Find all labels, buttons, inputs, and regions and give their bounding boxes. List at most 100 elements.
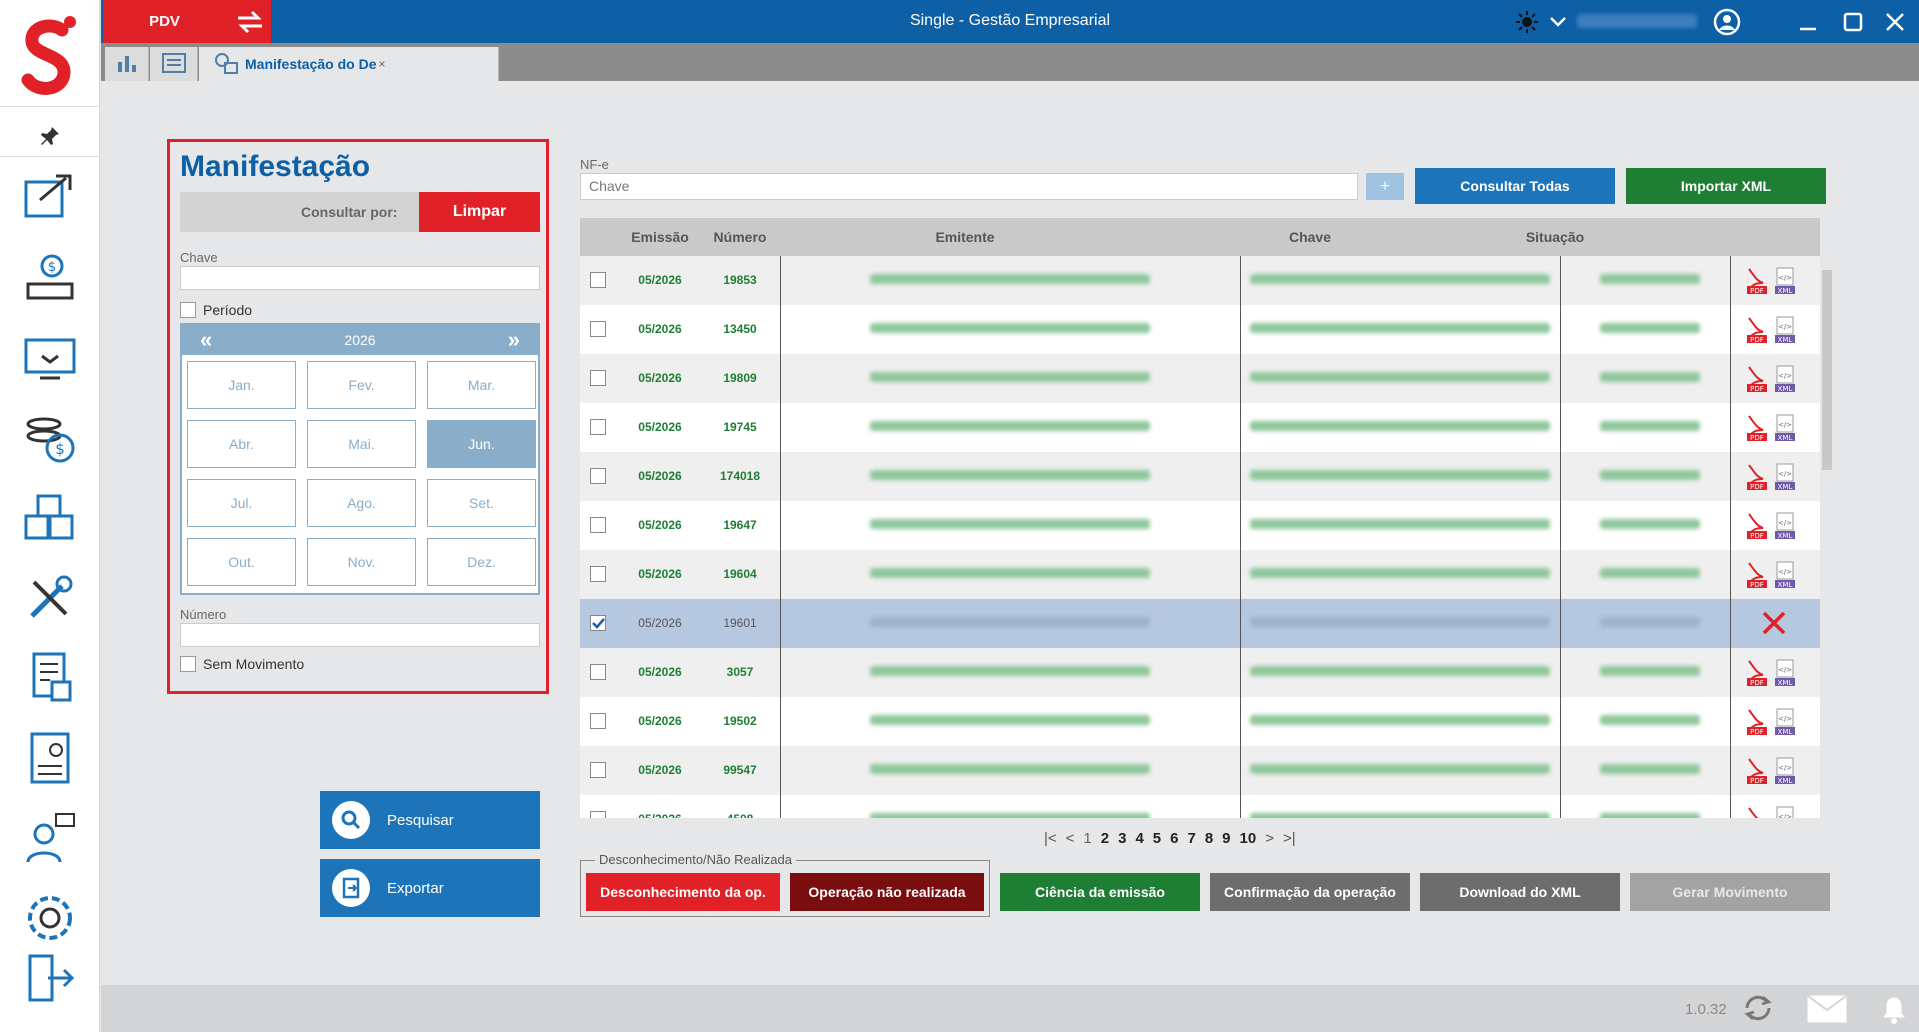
row-checkbox[interactable] [590,664,606,680]
notification-bell-icon[interactable] [1879,991,1909,1028]
periodo-checkbox[interactable] [180,302,196,318]
month-abr[interactable]: Abr. [187,420,296,468]
table-row[interactable]: 05/2026 19745 PDF </> XML [580,403,1820,452]
pdf-icon[interactable]: PDF [1746,316,1768,344]
pdf-icon[interactable]: PDF [1746,806,1768,818]
month-mai[interactable]: Mai. [307,420,416,468]
table-row[interactable]: 05/2026 19604 PDF </> XML [580,550,1820,599]
swap-icon[interactable] [229,0,271,43]
month-set[interactable]: Set. [427,479,536,527]
page-6[interactable]: 6 [1170,830,1178,847]
table-row[interactable]: 05/2026 19601 [580,599,1820,648]
pdf-icon[interactable]: PDF [1746,365,1768,393]
export-icon[interactable] [20,165,80,225]
row-checkbox[interactable] [590,566,606,582]
download-xml-button[interactable]: Download do XML [1420,873,1620,911]
boxes-icon[interactable] [20,488,80,548]
chave-input[interactable] [180,266,540,290]
pdf-icon[interactable]: PDF [1746,757,1768,785]
gerar-movimento-button[interactable]: Gerar Movimento [1630,873,1830,911]
xml-icon[interactable]: </>XML [1774,561,1796,589]
row-checkbox[interactable] [590,517,606,533]
month-ago[interactable]: Ago. [307,479,416,527]
table-row[interactable]: 05/2026 19502 PDF </> XML [580,697,1820,746]
importar-xml-button[interactable]: Importar XML [1626,168,1826,204]
operacao-nao-realizada-button[interactable]: Operação não realizada [790,873,984,911]
theme-sun-icon[interactable] [1515,8,1539,35]
sem-movimento-checkbox[interactable] [180,656,196,672]
minimize-icon[interactable] [1798,8,1818,35]
confirmacao-operacao-button[interactable]: Confirmação da operação [1210,873,1410,911]
pdf-icon[interactable]: PDF [1746,708,1768,736]
invoice-icon[interactable] [20,648,80,708]
logout-icon[interactable] [20,948,80,1008]
page-10[interactable]: 10 [1240,830,1257,847]
xml-icon[interactable]: </>XML [1774,708,1796,736]
row-checkbox[interactable] [590,419,606,435]
pdf-icon[interactable]: PDF [1746,659,1768,687]
exportar-button[interactable]: Exportar [320,859,540,917]
row-checkbox[interactable] [590,615,606,631]
row-checkbox[interactable] [590,272,606,288]
page-7[interactable]: 7 [1187,830,1195,847]
pdf-icon[interactable]: PDF [1746,463,1768,491]
page-1[interactable]: 1 [1083,830,1091,847]
table-scrollbar[interactable] [1820,256,1834,818]
page-last[interactable]: >| [1283,830,1296,847]
sync-icon[interactable] [1741,993,1775,1026]
row-checkbox[interactable] [590,321,606,337]
pdf-icon[interactable]: PDF [1746,561,1768,589]
maximize-icon[interactable] [1843,8,1863,35]
ciencia-emissao-button[interactable]: Ciência da emissão [1000,873,1200,911]
user-avatar-icon[interactable] [1713,8,1741,35]
coins-icon[interactable]: $ [20,408,80,468]
nfe-chave-input[interactable]: Chave [580,173,1358,200]
xml-icon[interactable]: </>XML [1774,414,1796,442]
month-out[interactable]: Out. [187,538,296,586]
month-jun[interactable]: Jun. [427,420,536,468]
xml-icon[interactable]: </>XML [1774,463,1796,491]
pesquisar-button[interactable]: Pesquisar [320,791,540,849]
support-icon[interactable] [20,808,80,868]
page-5[interactable]: 5 [1153,830,1161,847]
page-prev[interactable]: < [1066,830,1075,847]
limpar-button[interactable]: Limpar [419,192,540,232]
month-mar[interactable]: Mar. [427,361,536,409]
pdf-icon[interactable]: PDF [1746,267,1768,295]
report-icon[interactable] [20,728,80,788]
computer-icon[interactable] [20,328,80,388]
month-jul[interactable]: Jul. [187,479,296,527]
page-9[interactable]: 9 [1222,830,1230,847]
calendar-next-icon[interactable]: » [508,327,520,353]
xml-icon[interactable]: </>XML [1774,267,1796,295]
tab-dashboard[interactable] [105,47,149,81]
page-next[interactable]: > [1265,830,1274,847]
consultar-todas-button[interactable]: Consultar Todas [1415,168,1615,204]
table-row[interactable]: 05/2026 13450 PDF </> XML [580,305,1820,354]
table-row[interactable]: 05/2026 19647 PDF </> XML [580,501,1820,550]
xml-icon[interactable]: </>XML [1774,806,1796,818]
chevron-down-icon[interactable] [1549,8,1567,35]
table-row[interactable]: 05/2026 19809 PDF </> XML [580,354,1820,403]
table-row[interactable]: 05/20264508 PDF </>XML [580,795,1820,818]
table-row[interactable]: 05/2026 19853 PDF </> XML [580,256,1820,305]
page-4[interactable]: 4 [1135,830,1143,847]
tools-icon[interactable] [20,568,80,628]
month-fev[interactable]: Fev. [307,361,416,409]
table-row[interactable]: 05/2026 174018 PDF </> XML [580,452,1820,501]
mail-icon[interactable] [1807,995,1847,1026]
row-checkbox[interactable] [590,468,606,484]
scroll-thumb[interactable] [1822,270,1832,470]
tab-close-icon[interactable]: × [378,57,385,71]
page-first[interactable]: |< [1044,830,1057,847]
row-checkbox[interactable] [590,811,606,818]
desconhecimento-button[interactable]: Desconhecimento da op. [586,873,780,911]
pin-icon[interactable] [38,124,62,148]
row-checkbox[interactable] [590,762,606,778]
close-icon[interactable] [1885,8,1905,35]
xml-icon[interactable]: </>XML [1774,659,1796,687]
financial-icon[interactable]: $ [20,248,80,308]
table-row[interactable]: 05/2026 99547 PDF </> XML [580,746,1820,795]
pdf-icon[interactable]: PDF [1746,414,1768,442]
table-row[interactable]: 05/2026 3057 PDF </> XML [580,648,1820,697]
